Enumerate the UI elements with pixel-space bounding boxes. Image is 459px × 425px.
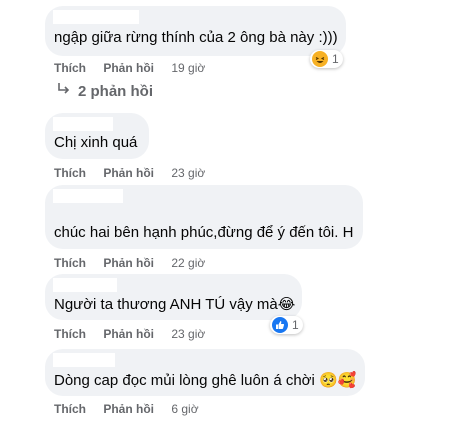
comment-actions: Thích Phản hồi 6 giờ: [54, 402, 199, 416]
like-button[interactable]: Thích: [54, 402, 86, 416]
reply-button[interactable]: Phản hồi: [103, 327, 154, 341]
comment-bubble: ngập giữa rừng thính của 2 ông bà này :)…: [45, 6, 346, 56]
timestamp[interactable]: 19 giờ: [171, 61, 205, 75]
reaction-summary[interactable]: 1: [310, 50, 343, 68]
like-button[interactable]: Thích: [54, 327, 86, 341]
comment-text: chúc hai bên hạnh phúc,đừng để ý đến tôi…: [54, 224, 354, 241]
comment-bubble: Chị xinh quá: [45, 113, 149, 159]
reply-button[interactable]: Phản hồi: [103, 256, 154, 270]
reply-button[interactable]: Phản hồi: [103, 61, 154, 75]
like-button[interactable]: Thích: [54, 61, 86, 75]
comment-text: Chị xinh quá: [54, 134, 138, 151]
comment-actions: Thích Phản hồi 22 giờ: [54, 256, 205, 270]
timestamp[interactable]: 23 giờ: [171, 327, 205, 341]
comment-text: ngập giữa rừng thính của 2 ông bà này :)…: [54, 29, 338, 46]
timestamp[interactable]: 23 giờ: [171, 166, 205, 180]
comment-text: Dòng cap đọc mủi lòng ghê luôn á chời 🥺🥰: [54, 372, 357, 389]
comment-actions: Thích Phản hồi 19 giờ: [54, 61, 205, 75]
reaction-count: 1: [332, 52, 339, 66]
timestamp[interactable]: 22 giờ: [171, 256, 205, 270]
comment-actions: Thích Phản hồi 23 giờ: [54, 327, 205, 341]
comment-text: Người ta thương ANH TÚ vậy mà😂: [54, 296, 296, 313]
redacted-author-name: [53, 10, 139, 24]
replies-count-label: 2 phản hồi: [78, 82, 153, 100]
redacted-author-name: [53, 117, 113, 131]
reply-button[interactable]: Phản hồi: [103, 402, 154, 416]
redacted-author-name: [53, 353, 115, 367]
comment-actions: Thích Phản hồi 23 giờ: [54, 166, 205, 180]
reaction-summary[interactable]: 1: [270, 316, 303, 334]
comment-bubble: Dòng cap đọc mủi lòng ghê luôn á chời 🥺🥰: [45, 349, 365, 396]
comment-bubble: chúc hai bên hạnh phúc,đừng để ý đến tôi…: [45, 185, 363, 249]
reaction-count: 1: [292, 318, 299, 332]
timestamp[interactable]: 6 giờ: [171, 402, 198, 416]
reply-button[interactable]: Phản hồi: [103, 166, 154, 180]
haha-icon: [312, 51, 328, 67]
like-icon: [272, 317, 288, 333]
redacted-author-name: [53, 278, 117, 292]
reply-arrow-icon: [56, 82, 72, 100]
like-button[interactable]: Thích: [54, 166, 86, 180]
comment-bubble: Người ta thương ANH TÚ vậy mà😂: [45, 274, 302, 320]
view-replies-link[interactable]: 2 phản hồi: [56, 82, 153, 100]
redacted-author-name: [53, 189, 123, 203]
like-button[interactable]: Thích: [54, 256, 86, 270]
